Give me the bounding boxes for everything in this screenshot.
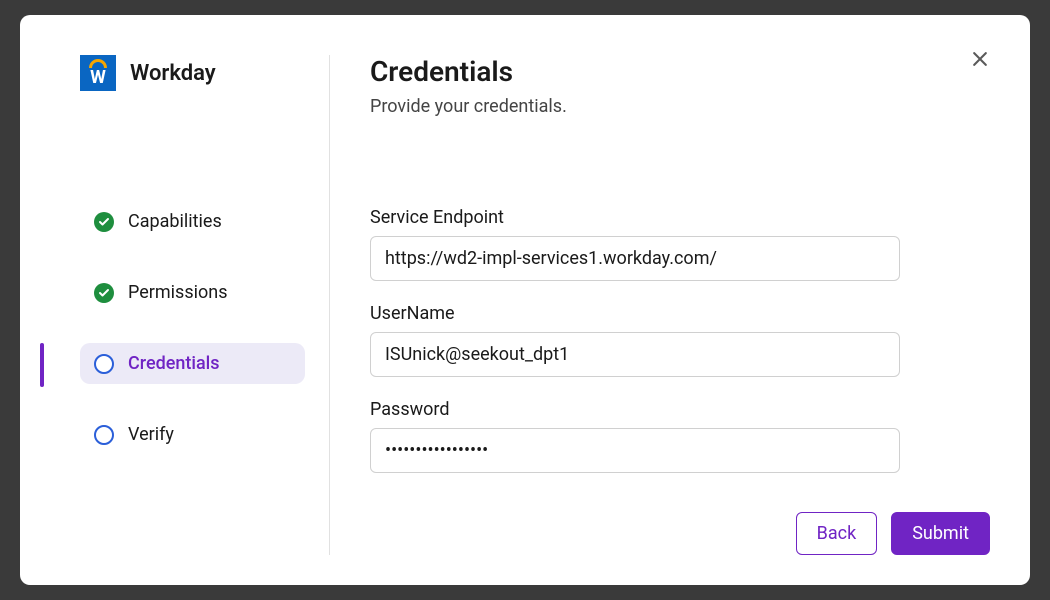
close-icon	[970, 49, 990, 69]
step-label: Verify	[128, 424, 174, 445]
brand-name: Workday	[130, 61, 216, 86]
circle-icon	[94, 354, 114, 374]
credentials-modal: W Workday Capabilities	[20, 15, 1030, 585]
active-step-indicator	[40, 343, 44, 387]
workday-logo-icon: W	[80, 55, 116, 91]
password-group: Password	[370, 399, 990, 473]
main-content: Credentials Provide your credentials. Se…	[330, 55, 990, 555]
username-label: UserName	[370, 303, 990, 324]
username-input[interactable]	[370, 332, 900, 377]
username-group: UserName	[370, 303, 990, 377]
check-circle-icon	[94, 212, 114, 232]
submit-button[interactable]: Submit	[891, 512, 990, 555]
step-label: Credentials	[128, 353, 220, 374]
close-button[interactable]	[970, 49, 990, 73]
service-endpoint-group: Service Endpoint	[370, 207, 990, 281]
modal-backdrop: W Workday Capabilities	[0, 0, 1050, 600]
back-button[interactable]: Back	[796, 512, 878, 555]
step-permissions[interactable]: Permissions	[80, 272, 305, 313]
page-title: Credentials	[370, 55, 990, 88]
password-label: Password	[370, 399, 990, 420]
modal-footer: Back Submit	[370, 512, 990, 555]
password-input[interactable]	[370, 428, 900, 473]
service-endpoint-label: Service Endpoint	[370, 207, 990, 228]
step-credentials[interactable]: Credentials	[80, 343, 305, 384]
brand-header: W Workday	[80, 55, 305, 91]
step-verify[interactable]: Verify	[80, 414, 305, 455]
check-circle-icon	[94, 283, 114, 303]
wizard-steps: Capabilities Permissions Credentials	[70, 201, 305, 455]
page-subtitle: Provide your credentials.	[370, 96, 990, 117]
step-label: Permissions	[128, 282, 228, 303]
step-label: Capabilities	[128, 211, 222, 232]
service-endpoint-input[interactable]	[370, 236, 900, 281]
circle-icon	[94, 425, 114, 445]
step-capabilities[interactable]: Capabilities	[80, 201, 305, 242]
wizard-sidebar: W Workday Capabilities	[70, 55, 330, 555]
